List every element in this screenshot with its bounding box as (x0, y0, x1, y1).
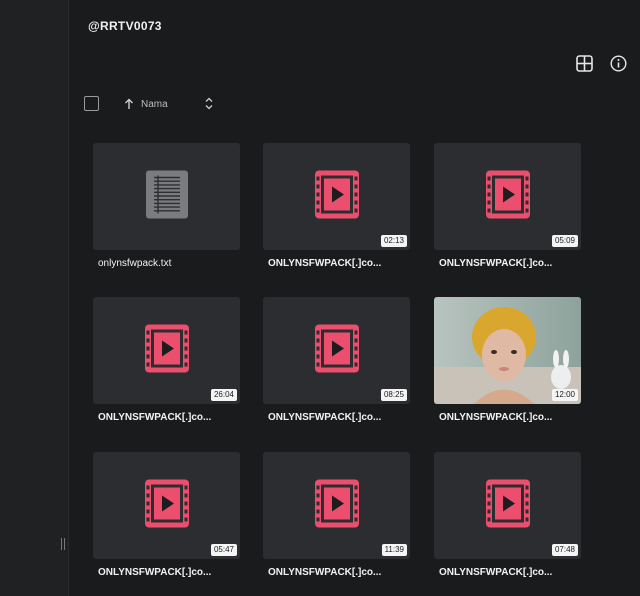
file-tile[interactable]: 07:48 ONLYNSFWPACK[.]co... (434, 452, 581, 578)
video-file-icon (314, 324, 359, 377)
duration-badge: 12:00 (551, 389, 578, 401)
toolbar (575, 54, 627, 72)
video-file-icon (144, 479, 189, 532)
video-file-icon (485, 479, 530, 532)
resize-handle[interactable] (61, 538, 67, 550)
file-thumbnail[interactable]: 05:47 (93, 452, 240, 559)
sort-bar: Nama (84, 95, 224, 115)
duration-badge: 07:48 (551, 544, 578, 556)
video-file-icon (314, 479, 359, 532)
file-thumbnail[interactable]: 11:39 (263, 452, 410, 559)
file-name: ONLYNSFWPACK[.]co... (268, 567, 382, 578)
left-panel (0, 0, 69, 596)
file-thumbnail[interactable]: 08:25 (263, 297, 410, 404)
select-all-checkbox[interactable] (84, 96, 99, 111)
sort-label[interactable]: Nama (141, 99, 168, 110)
file-tile[interactable]: 05:47 ONLYNSFWPACK[.]co... (93, 452, 240, 578)
file-thumbnail[interactable] (93, 143, 240, 250)
video-preview-image (434, 297, 581, 404)
file-tile[interactable]: onlynsfwpack.txt (93, 143, 240, 269)
video-file-icon (314, 170, 359, 223)
file-thumbnail[interactable]: 07:48 (434, 452, 581, 559)
file-name: ONLYNSFWPACK[.]co... (268, 258, 382, 269)
file-thumbnail[interactable]: 12:00 (434, 297, 581, 404)
file-tile[interactable]: 02:13 ONLYNSFWPACK[.]co... (263, 143, 410, 269)
file-thumbnail[interactable]: 05:09 (434, 143, 581, 250)
file-thumbnail[interactable]: 26:04 (93, 297, 240, 404)
file-name: ONLYNSFWPACK[.]co... (439, 567, 553, 578)
file-tile[interactable]: 11:39 ONLYNSFWPACK[.]co... (263, 452, 410, 578)
file-name: ONLYNSFWPACK[.]co... (439, 258, 553, 269)
text-file-icon (145, 170, 188, 223)
file-name: ONLYNSFWPACK[.]co... (98, 412, 212, 423)
file-tile[interactable]: 08:25 ONLYNSFWPACK[.]co... (263, 297, 410, 423)
duration-badge: 11:39 (381, 544, 407, 556)
file-tile[interactable]: 05:09 ONLYNSFWPACK[.]co... (434, 143, 581, 269)
chevron-updown-icon[interactable] (205, 97, 213, 115)
video-file-icon (144, 324, 189, 377)
arrow-up-icon[interactable] (124, 97, 134, 115)
file-name: onlynsfwpack.txt (98, 258, 172, 269)
page-title: @RRTV0073 (88, 19, 162, 33)
duration-badge: 08:25 (380, 389, 407, 401)
duration-badge: 05:09 (551, 235, 578, 247)
video-file-icon (485, 170, 530, 223)
file-name: ONLYNSFWPACK[.]co... (439, 412, 553, 423)
file-tile[interactable]: 12:00 ONLYNSFWPACK[.]co... (434, 297, 581, 423)
duration-badge: 05:47 (210, 544, 237, 556)
file-thumbnail[interactable]: 02:13 (263, 143, 410, 250)
file-name: ONLYNSFWPACK[.]co... (268, 412, 382, 423)
file-browser: @RRTV0073 Nama onlynsfwpack.txt 02:13 ON… (69, 0, 640, 596)
duration-badge: 26:04 (210, 389, 237, 401)
duration-badge: 02:13 (380, 235, 407, 247)
grid-view-icon[interactable] (575, 54, 593, 72)
file-name: ONLYNSFWPACK[.]co... (98, 567, 212, 578)
info-icon[interactable] (609, 54, 627, 72)
file-tile[interactable]: 26:04 ONLYNSFWPACK[.]co... (93, 297, 240, 423)
